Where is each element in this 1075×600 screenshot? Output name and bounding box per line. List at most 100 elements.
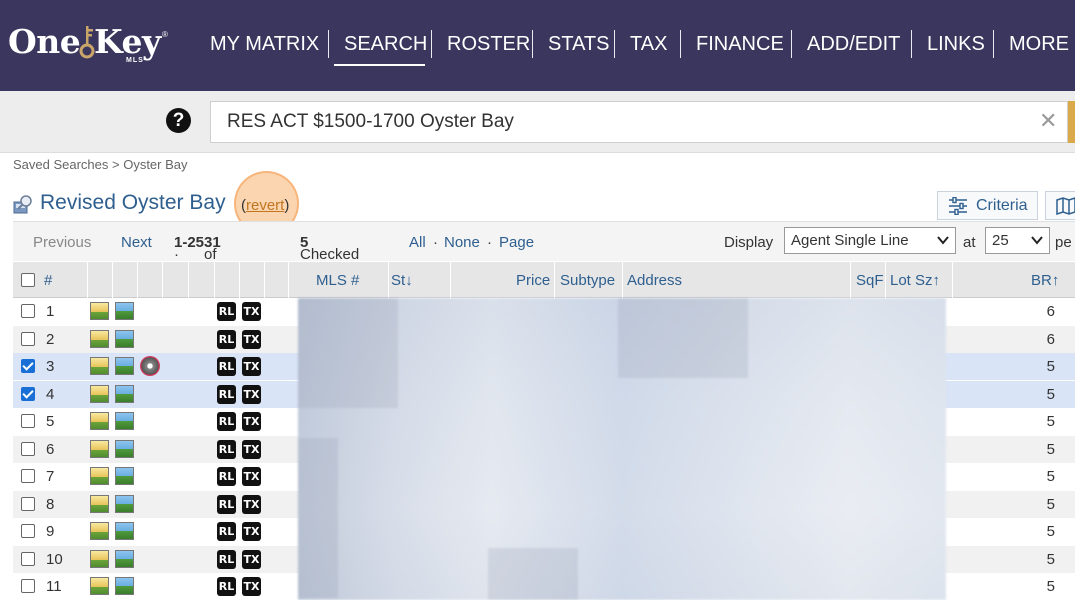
tx-icon[interactable]: TX bbox=[242, 412, 261, 431]
tx-icon[interactable]: TX bbox=[242, 494, 261, 514]
photo-icon[interactable] bbox=[90, 329, 109, 348]
col-sqf-header[interactable]: SqF bbox=[856, 272, 884, 289]
image-gallery-icon[interactable] bbox=[115, 522, 134, 540]
previous-link[interactable]: Previous bbox=[33, 234, 91, 251]
tx-icon[interactable]: TX bbox=[242, 522, 261, 541]
nav-divider bbox=[911, 30, 912, 58]
help-icon[interactable]: ? bbox=[166, 108, 191, 133]
nav-links[interactable]: LINKS bbox=[927, 30, 985, 60]
rl-icon[interactable]: RL bbox=[217, 357, 236, 376]
tx-icon[interactable]: TX bbox=[242, 467, 261, 486]
nav-roster[interactable]: ROSTER bbox=[447, 30, 530, 60]
revert-link[interactable]: revert bbox=[246, 197, 284, 214]
row-checkbox[interactable] bbox=[21, 304, 35, 318]
row-checkbox[interactable] bbox=[21, 469, 35, 483]
nav-search[interactable]: SEARCH bbox=[344, 30, 427, 60]
image-gallery-icon[interactable] bbox=[115, 577, 134, 595]
range-of: of bbox=[204, 246, 217, 263]
col-address-header[interactable]: Address bbox=[627, 272, 682, 289]
nav-finance[interactable]: FINANCE bbox=[696, 30, 784, 60]
nav-stats[interactable]: STATS bbox=[548, 30, 609, 60]
tx-icon[interactable]: TX bbox=[242, 439, 261, 459]
nav-divider bbox=[614, 30, 615, 58]
image-gallery-icon[interactable] bbox=[115, 549, 134, 568]
col-subtype-header[interactable]: Subtype bbox=[560, 272, 615, 289]
rl-icon[interactable]: RL bbox=[217, 412, 236, 431]
select-page-link[interactable]: Page bbox=[499, 234, 534, 251]
image-gallery-icon[interactable] bbox=[115, 467, 134, 485]
photo-icon[interactable] bbox=[90, 549, 109, 568]
col-divider bbox=[264, 262, 265, 298]
select-all-link[interactable]: All bbox=[409, 234, 426, 251]
map-icon bbox=[1056, 197, 1075, 215]
image-gallery-icon[interactable] bbox=[115, 357, 134, 375]
photo-icon[interactable] bbox=[90, 412, 109, 430]
chevron-down-icon bbox=[937, 236, 949, 245]
col-br-header[interactable]: BR↑ bbox=[1031, 272, 1059, 289]
rl-icon[interactable]: RL bbox=[217, 302, 236, 321]
photo-icon[interactable] bbox=[90, 357, 109, 375]
rl-icon[interactable]: RL bbox=[217, 439, 236, 459]
next-link[interactable]: Next bbox=[121, 234, 152, 251]
redacted-block bbox=[298, 438, 338, 598]
virtual-tour-icon[interactable] bbox=[140, 356, 160, 376]
tx-icon[interactable]: TX bbox=[242, 577, 261, 596]
nav-tax[interactable]: TAX bbox=[630, 30, 667, 60]
rl-icon[interactable]: RL bbox=[217, 494, 236, 514]
image-gallery-icon[interactable] bbox=[115, 494, 134, 513]
select-all-checkbox[interactable] bbox=[21, 273, 35, 287]
nav-add-edit[interactable]: ADD/EDIT bbox=[807, 30, 900, 60]
col-lotsz-header[interactable]: Lot Sz↑ bbox=[890, 272, 940, 289]
row-checkbox[interactable] bbox=[21, 414, 35, 428]
per-page-label: pe bbox=[1055, 234, 1072, 251]
row-checkbox[interactable] bbox=[21, 441, 35, 456]
row-checkbox[interactable] bbox=[21, 579, 35, 593]
rl-icon[interactable]: RL bbox=[217, 329, 236, 349]
row-br: 5 bbox=[1046, 578, 1055, 595]
image-gallery-icon[interactable] bbox=[115, 439, 134, 458]
display-select[interactable]: Agent Single Line bbox=[784, 227, 956, 254]
row-checkbox[interactable] bbox=[21, 551, 35, 566]
col-mls-header[interactable]: MLS # bbox=[316, 272, 359, 289]
tx-icon[interactable]: TX bbox=[242, 384, 261, 404]
photo-icon[interactable] bbox=[90, 522, 109, 540]
clear-icon[interactable]: ✕ bbox=[1039, 110, 1057, 132]
col-divider bbox=[162, 262, 163, 298]
row-checkbox[interactable] bbox=[21, 524, 35, 538]
logo-registered: ® bbox=[162, 30, 168, 39]
row-checkbox[interactable] bbox=[21, 331, 35, 346]
nav-my-matrix[interactable]: MY MATRIX bbox=[210, 30, 319, 60]
row-number: 9 bbox=[46, 523, 55, 540]
row-checkbox[interactable] bbox=[21, 359, 35, 373]
map-button[interactable] bbox=[1045, 191, 1075, 220]
photo-icon[interactable] bbox=[90, 302, 109, 320]
col-price-header[interactable]: Price bbox=[516, 272, 550, 289]
select-none-link[interactable]: None bbox=[444, 234, 480, 251]
rl-icon[interactable]: RL bbox=[217, 384, 236, 404]
tx-icon[interactable]: TX bbox=[242, 329, 261, 349]
tx-icon[interactable]: TX bbox=[242, 549, 261, 569]
photo-icon[interactable] bbox=[90, 467, 109, 485]
search-input[interactable]: RES ACT $1500-1700 Oyster Bay bbox=[210, 101, 1068, 143]
col-status-header[interactable]: St↓ bbox=[391, 272, 413, 289]
row-checkbox[interactable] bbox=[21, 496, 35, 511]
photo-icon[interactable] bbox=[90, 384, 109, 403]
image-gallery-icon[interactable] bbox=[115, 329, 134, 348]
tx-icon[interactable]: TX bbox=[242, 302, 261, 321]
image-gallery-icon[interactable] bbox=[115, 412, 134, 430]
photo-icon[interactable] bbox=[90, 439, 109, 458]
rl-icon[interactable]: RL bbox=[217, 522, 236, 541]
photo-icon[interactable] bbox=[90, 577, 109, 595]
rl-icon[interactable]: RL bbox=[217, 577, 236, 596]
col-num-header[interactable]: # bbox=[44, 272, 52, 289]
nav-more[interactable]: MORE bbox=[1009, 30, 1069, 60]
criteria-button[interactable]: Criteria bbox=[937, 191, 1038, 220]
per-page-select[interactable]: 25 bbox=[985, 227, 1050, 254]
row-checkbox[interactable] bbox=[21, 386, 35, 401]
tx-icon[interactable]: TX bbox=[242, 357, 261, 376]
photo-icon[interactable] bbox=[90, 494, 109, 513]
image-gallery-icon[interactable] bbox=[115, 384, 134, 403]
rl-icon[interactable]: RL bbox=[217, 467, 236, 486]
rl-icon[interactable]: RL bbox=[217, 549, 236, 569]
image-gallery-icon[interactable] bbox=[115, 302, 134, 320]
